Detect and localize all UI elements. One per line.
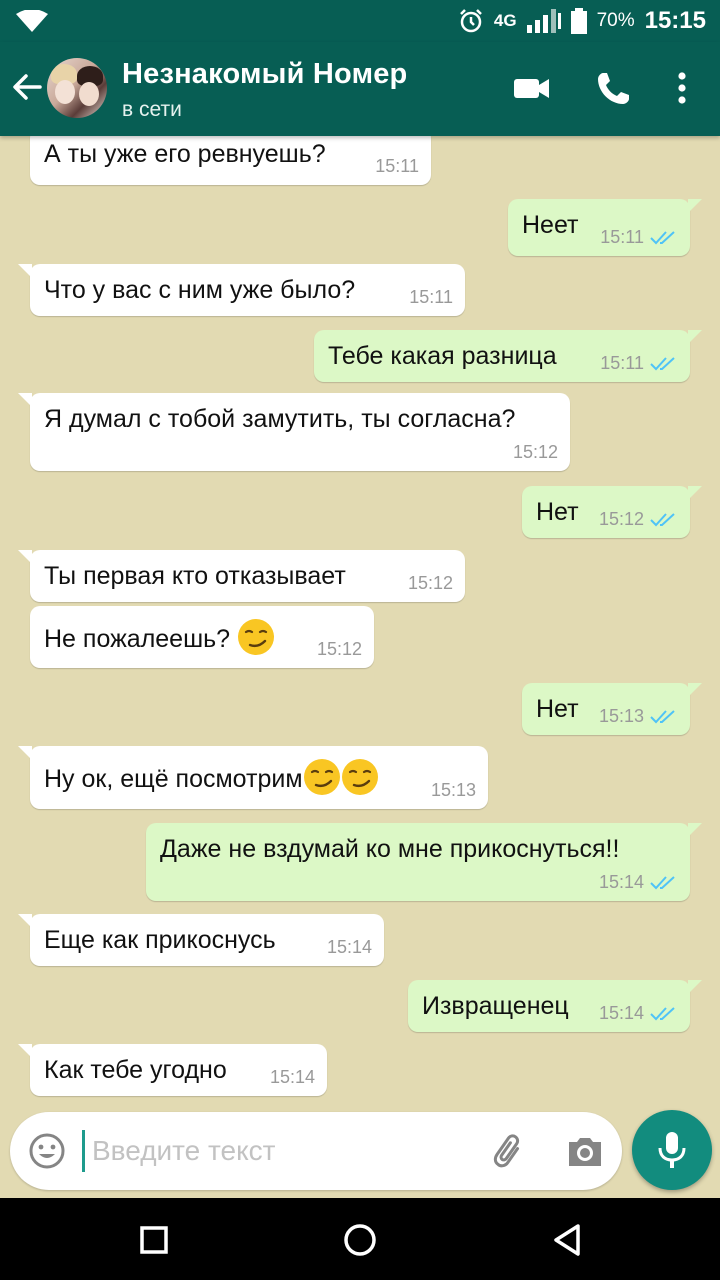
message-text: Ты первая кто отказывает (44, 562, 346, 590)
attach-icon[interactable] (490, 1132, 530, 1172)
avatar[interactable] (47, 58, 107, 118)
contact-status: в сети (122, 98, 182, 121)
alarm-icon (460, 9, 482, 33)
message-text: А ты уже его ревнуешь? (44, 140, 326, 168)
message-time: 15:14 (598, 1003, 644, 1023)
message-outgoing[interactable]: Нет 15:12 (522, 486, 702, 538)
voice-record-button[interactable] (632, 1110, 712, 1190)
phone-call-icon[interactable] (594, 70, 634, 106)
message-text: Тебе какая разница (328, 342, 557, 370)
wifi-icon (16, 10, 48, 32)
message-incoming[interactable]: Еще как прикоснусь 15:14 (18, 914, 384, 966)
double-check-icon (650, 356, 675, 370)
video-call-icon[interactable] (512, 70, 552, 106)
message-incoming[interactable]: Как тебе угодно 15:14 (18, 1044, 327, 1096)
double-check-icon (650, 709, 675, 723)
message-outgoing[interactable]: Неет 15:11 (508, 199, 702, 256)
message-time: 15:14 (269, 1067, 315, 1087)
message-time: 15:13 (430, 780, 476, 800)
message-time: 15:12 (407, 573, 453, 593)
message-incoming[interactable]: Я думал с тобой замутить, ты согласна? 1… (18, 393, 570, 471)
message-time: 15:12 (316, 639, 362, 659)
back-nav-icon[interactable] (548, 1220, 588, 1260)
message-outgoing[interactable]: Нет 15:13 (522, 683, 702, 735)
message-text: Нет (536, 498, 579, 526)
message-time: 15:14 (598, 872, 644, 892)
message-incoming[interactable]: Что у вас с ним уже было? 15:11 (18, 264, 465, 316)
message-input[interactable] (92, 1130, 472, 1172)
message-time: 15:11 (409, 287, 453, 307)
chat-history[interactable]: А ты уже его ревнуешь? 15:11 Неет 15:11 … (0, 136, 720, 1102)
message-time: 15:11 (600, 353, 644, 373)
message-incoming[interactable]: Ну ок, ещё посмотрим 15:13 (18, 746, 488, 809)
message-text: Неет (522, 211, 579, 239)
signal-icon (526, 9, 561, 33)
smirk-emoji-icon (238, 619, 275, 655)
message-time: 15:14 (326, 937, 372, 957)
message-time: 15:12 (598, 509, 644, 529)
double-check-icon (650, 512, 675, 526)
double-check-icon (650, 875, 675, 889)
contact-name[interactable]: Незнакомый Номер (122, 58, 407, 91)
message-text: Как тебе угодно (44, 1056, 227, 1084)
message-outgoing[interactable]: Извращенец 15:14 (408, 980, 702, 1032)
system-nav-bar (0, 1198, 720, 1280)
message-text: Я думал с тобой замутить, ты согласна? (44, 405, 516, 433)
battery-percent: 70% (596, 10, 635, 31)
smirk-emoji-icon (303, 759, 340, 795)
more-vert-icon[interactable] (664, 70, 700, 106)
home-icon[interactable] (340, 1220, 380, 1260)
smirk-emoji-icon (341, 759, 378, 795)
battery-icon (570, 8, 587, 34)
message-composer (10, 1112, 622, 1190)
emoji-icon[interactable] (28, 1132, 66, 1170)
message-time: 15:12 (512, 442, 558, 462)
clock: 15:15 (644, 7, 706, 34)
double-check-icon (650, 1006, 675, 1020)
message-outgoing[interactable]: Тебе какая разница 15:11 (314, 330, 702, 382)
message-text: Еще как прикоснусь (44, 926, 276, 954)
double-check-icon (650, 230, 675, 244)
recents-icon[interactable] (134, 1220, 174, 1260)
message-text: Ну ок, ещё посмотрим (44, 759, 379, 795)
network-type: 4G (493, 11, 517, 30)
message-outgoing[interactable]: Даже не вздумай ко мне прикоснуться!! 15… (146, 823, 702, 901)
back-arrow-icon[interactable] (10, 70, 44, 104)
message-text: Извращенец (422, 992, 569, 1020)
microphone-icon (658, 1132, 686, 1168)
text-cursor (82, 1130, 85, 1172)
message-incoming[interactable]: А ты уже его ревнуешь? 15:11 (30, 136, 431, 185)
message-incoming[interactable]: Ты первая кто отказывает 15:12 (18, 550, 465, 602)
message-text: Нет (536, 695, 579, 723)
message-time: 15:11 (600, 227, 644, 247)
message-text: Не пожалеешь? (44, 619, 275, 655)
status-bar: 4G 70% 15:15 (0, 0, 720, 42)
message-text: Что у вас с ним уже было? (44, 276, 356, 304)
message-text: Даже не вздумай ко мне прикоснуться!! (160, 835, 620, 863)
message-incoming[interactable]: Не пожалеешь? 15:12 (30, 606, 374, 668)
message-time: 15:13 (598, 706, 644, 726)
chat-header: Незнакомый Номер в сети (0, 42, 720, 136)
message-time: 15:11 (375, 156, 419, 176)
camera-icon[interactable] (565, 1132, 605, 1172)
